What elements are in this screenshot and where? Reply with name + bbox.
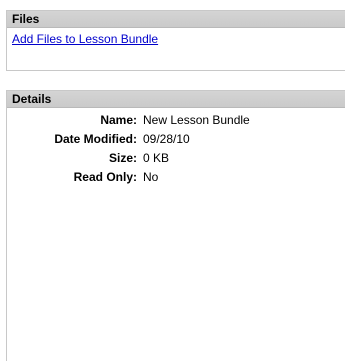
- detail-label-name: Name:: [100, 113, 137, 127]
- detail-label-read-only: Read Only:: [73, 170, 137, 184]
- details-table: Name: New Lesson Bundle Date Modified: 0…: [7, 111, 250, 187]
- details-panel-header: Details: [7, 91, 345, 108]
- detail-value-size: 0 KB: [143, 151, 170, 165]
- detail-value-read-only: No: [143, 170, 159, 184]
- detail-value-name: New Lesson Bundle: [143, 113, 250, 127]
- add-files-link[interactable]: Add Files to Lesson Bundle: [12, 32, 158, 46]
- detail-row-size: Size: 0 KB: [7, 149, 250, 168]
- detail-value-date-modified: 09/28/10: [143, 132, 190, 146]
- detail-row-name: Name: New Lesson Bundle: [7, 111, 250, 130]
- detail-row-read-only: Read Only: No: [7, 168, 250, 187]
- detail-row-date-modified: Date Modified: 09/28/10: [7, 130, 250, 149]
- files-panel-header: Files: [7, 11, 345, 28]
- details-panel: Details Name: New Lesson Bundle Date Mod…: [6, 90, 345, 361]
- files-panel: Files Add Files to Lesson Bundle: [6, 10, 345, 71]
- detail-label-date-modified: Date Modified:: [54, 132, 137, 146]
- detail-label-size: Size:: [108, 151, 137, 165]
